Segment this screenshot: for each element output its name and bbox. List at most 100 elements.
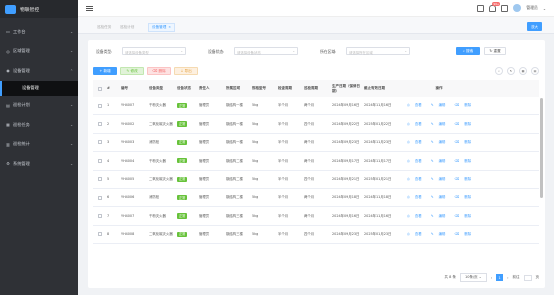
device-type-select[interactable]: 请选择设备类型 ⌄ [122,47,186,55]
row-checkbox[interactable] [98,140,102,145]
row-select-cell [93,140,107,145]
export-button[interactable]: ↓ 导出 [174,67,198,75]
view-link[interactable]: ◎ 查看 [405,195,424,199]
table-row[interactable]: 6 YH4006 消防栓 正常 管理员 钢结构二楼 5kg 半个月 两个月 2024年09月18日… [93,189,539,208]
add-button[interactable]: + 新增 [93,67,117,75]
delete-link[interactable]: ⌫ 删除 [453,159,474,163]
edit-link[interactable]: ✎ 编辑 [429,103,448,107]
status-badge: 正常 [177,231,188,238]
delete-link[interactable]: ⌫ 删除 [453,140,474,144]
search-label: 搜索 [465,48,474,53]
delete-button[interactable]: ⌫ 删除 [147,67,171,75]
table-row[interactable]: 3 YH4003 消防栓 正常 管理员 钢结构一楼 5kg 半个月 两个月 2024年09月23日… [93,134,539,153]
table-cell-prod: 2024年09月18日 [332,195,360,200]
table-row[interactable]: 5 YH4005 二氧化碳灭火器 正常 管理员 钢结构二楼 5kg 半个月 四个月 2024年09… [93,171,539,189]
table-cell-expire: 2025年01月23日 [364,232,392,237]
edit-link[interactable]: ✎ 编辑 [429,177,448,181]
sidebar-subitem-device-manage[interactable]: 设备管理 [0,80,78,96]
goto-page-input[interactable] [523,274,532,281]
region-select[interactable]: 请选择所在区域 ⌄ [346,47,410,55]
row-checkbox[interactable] [98,214,102,219]
user-name[interactable]: 管理员 [526,5,537,11]
edit-link[interactable]: ✎ 编辑 [429,195,448,199]
delete-link[interactable]: ⌫ 删除 [453,195,474,199]
row-checkbox[interactable] [98,103,102,108]
view-link[interactable]: ◎ 查看 [405,140,424,144]
refresh-icon[interactable]: ↻ [507,67,515,75]
table-scrollbar[interactable] [540,98,543,198]
reset-button[interactable]: ↻ 重置 [484,47,506,55]
sidebar-item-system[interactable]: ⚙ 系统管理 ⌄ [0,154,78,174]
view-label: 查看 [414,176,422,181]
edit-link[interactable]: ✎ 编辑 [429,122,448,126]
next-page-icon[interactable]: › [507,276,508,280]
chevron-down-icon[interactable]: ⌄ [543,6,546,11]
edit-link[interactable]: ✎ 编辑 [429,140,448,144]
table-cell-idx: 7 [107,213,110,218]
edit-icon: ✎ [430,103,434,108]
sidebar-item-stats[interactable]: ▥ 巡检统计 ⌄ [0,135,78,155]
row-select-cell [93,232,107,237]
row-checkbox[interactable] [98,177,102,182]
pagination: 共 8 条 10条/页 ⌄ ‹ 1 › 前往 页 [445,273,539,282]
view-link[interactable]: ◎ 查看 [405,103,424,107]
table-row[interactable]: 8 YH4008 二氧化碳灭火器 正常 管理员 钢结构三楼 5kg 半个月 四个月 2024年09… [93,226,539,245]
view-link[interactable]: ◎ 查看 [405,122,424,126]
avatar[interactable] [513,4,522,12]
sidebar-item-region[interactable]: ◎ 区域管理 ⌄ [0,42,78,62]
hide-search-icon[interactable]: ⌕ [495,67,503,75]
device-status-select[interactable]: 请选择设备状态 ⌄ [234,47,298,55]
screenshot-icon[interactable] [477,4,485,12]
view-link[interactable]: ◎ 查看 [405,159,424,163]
page-number[interactable]: 1 [496,274,504,281]
table-cell-prod: 2024年09月21日 [332,176,360,181]
edit-link[interactable]: ✎ 编辑 [429,232,448,236]
table-cell-owner: 管理员 [199,158,210,163]
tab-task[interactable]: 巡检任务 [97,25,111,30]
bell-icon[interactable]: 99+ [489,1,501,12]
select-all-checkbox[interactable] [98,86,102,91]
edit-link[interactable]: ✎ 编辑 [429,159,448,163]
add-label: 新增 [103,68,111,73]
table-row[interactable]: 4 YH4004 干粉灭火器 正常 管理员 钢结构二楼 5kg 半个月 两个月 2024年09月1… [93,152,539,171]
view-link[interactable]: ◎ 查看 [405,214,424,218]
view-link[interactable]: ◎ 查看 [405,232,424,236]
delete-link[interactable]: ⌫ 删除 [453,122,474,126]
delete-link[interactable]: ⌫ 删除 [453,177,474,181]
print-icon[interactable]: ▤ [531,67,539,75]
row-checkbox[interactable] [98,122,102,127]
table-cell-type: 二氧化碳灭火器 [149,121,173,126]
row-checkbox[interactable] [98,232,102,237]
prev-page-icon[interactable]: ‹ [491,276,492,280]
logo[interactable]: 物联智控 [0,0,78,18]
edit-link[interactable]: ✎ 编辑 [429,214,448,218]
menu-toggle-icon[interactable] [86,6,93,11]
table-row[interactable]: 7 YH4007 干粉灭火器 正常 管理员 钢结构三楼 5kg 半个月 两个月 2024年09月1… [93,207,539,226]
sidebar-item-plan[interactable]: ▤ 巡检计划 ⌄ [0,96,78,116]
delete-link[interactable]: ⌫ 删除 [453,214,474,218]
row-checkbox[interactable] [98,195,102,200]
table-cell-owner: 管理员 [199,195,210,200]
columns-icon[interactable]: ▦ [519,67,527,75]
tab-device[interactable]: 设备管理 ✕ [148,23,175,32]
table-row[interactable]: 2 YH4002 二氧化碳灭火器 正常 管理员 钢结构一楼 5kg 半个月 四个月 2024年09… [93,115,539,134]
search-button[interactable]: ⌕ 搜索 [456,47,480,55]
tab-plan[interactable]: 巡检计划 [120,25,134,30]
close-icon[interactable]: ✕ [168,25,171,29]
fullscreen-icon[interactable] [501,4,509,12]
logo-text: 物联智控 [20,7,40,13]
chevron-down-icon: ⌄ [180,49,183,53]
row-actions: ◎ 查看 ✎ 编辑 ⌫ 删除 [394,140,484,145]
view-link[interactable]: ◎ 查看 [405,177,424,181]
sidebar-item-device[interactable]: ◉ 设备管理 ⌃ [0,61,78,81]
delete-link[interactable]: ⌫ 删除 [453,103,474,107]
page-size-select[interactable]: 10条/页 ⌄ [460,273,487,282]
edit-button[interactable]: ✎ 修改 [120,67,144,75]
sidebar-item-workbench[interactable]: ▭ 工作台 ⌄ [0,22,78,42]
status-cell: 正常 [177,139,199,146]
table-row[interactable]: 1 YH4007 干粉灭火器 正常 管理员 钢结构一楼 5kg 半个月 两个月 2024年09月1… [93,97,539,116]
row-checkbox[interactable] [98,158,102,163]
delete-link[interactable]: ⌫ 删除 [453,232,474,236]
zoom-button[interactable]: 放大 [527,22,542,31]
sidebar-item-task[interactable]: ▦ 巡检任务 ⌄ [0,115,78,135]
